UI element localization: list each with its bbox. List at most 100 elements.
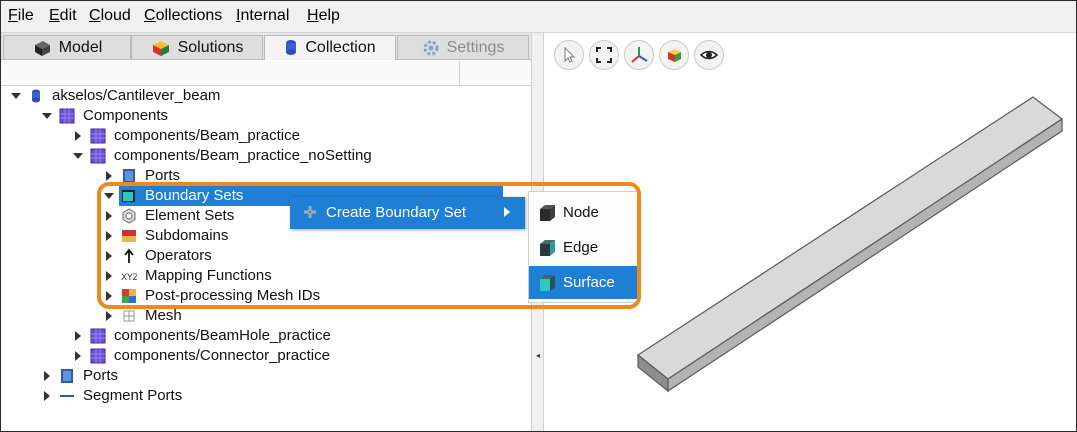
menu-file[interactable]: File bbox=[8, 7, 34, 25]
tree-row-label: akselos/Cantilever_beam bbox=[52, 87, 221, 104]
component-icon bbox=[90, 148, 106, 164]
expand-arrow-right-icon[interactable] bbox=[73, 326, 83, 346]
beam-side-face bbox=[667, 117, 1063, 393]
submenu-item-edge-label: Edge bbox=[563, 239, 599, 256]
expand-arrow-right-icon[interactable] bbox=[104, 246, 114, 266]
context-menu-create-boundary-set[interactable]: Create Boundary Set bbox=[290, 197, 525, 229]
tree-row[interactable]: Subdomains bbox=[1, 226, 531, 246]
submenu-item-surface-label: Surface bbox=[563, 274, 615, 291]
tree-row-label: components/Beam_practice_noSetting bbox=[114, 147, 372, 164]
tree-row-label: Mapping Functions bbox=[145, 267, 272, 284]
splitter-handle-icon[interactable]: ◂ bbox=[536, 351, 540, 360]
tree-row-label: components/Connector_practice bbox=[114, 347, 330, 364]
context-menu-item-label: Create Boundary Set bbox=[326, 204, 467, 221]
menu-edit[interactable]: Edit bbox=[49, 7, 77, 25]
tree-row-label: Ports bbox=[83, 367, 119, 384]
tree-row[interactable]: Segment Ports bbox=[1, 386, 531, 406]
app-window: File Edit Cloud Collections Internal Hel… bbox=[0, 0, 1077, 432]
tree-row[interactable]: components/Beam_practice_noSetting bbox=[1, 146, 531, 166]
tab-collection[interactable]: Collection bbox=[264, 35, 396, 60]
submenu-item-surface[interactable]: Surface bbox=[529, 266, 637, 299]
gear-icon bbox=[423, 40, 439, 55]
expand-arrow-right-icon[interactable] bbox=[42, 386, 52, 406]
tab-solutions-label: Solutions bbox=[177, 38, 244, 56]
tree-row-label: Components bbox=[83, 107, 169, 124]
tree-row[interactable]: Ports bbox=[1, 366, 531, 386]
operators-icon bbox=[121, 248, 137, 264]
expand-arrow-down-icon[interactable] bbox=[104, 186, 114, 206]
tree-row[interactable]: Ports bbox=[1, 166, 531, 186]
tab-solutions[interactable]: Solutions bbox=[131, 35, 263, 59]
tree-row-label: Ports bbox=[145, 167, 181, 184]
segment-ports-icon bbox=[59, 388, 75, 404]
submenu-arrow-icon bbox=[504, 207, 510, 217]
menu-bar: File Edit Cloud Collections Internal Hel… bbox=[1, 1, 1076, 33]
tree-row[interactable]: components/BeamHole_practice bbox=[1, 326, 531, 346]
beam-top-face bbox=[636, 96, 1064, 380]
submenu-item-edge[interactable]: Edge bbox=[529, 231, 637, 264]
edge-cube-icon bbox=[540, 240, 555, 256]
menu-help[interactable]: Help bbox=[307, 7, 340, 25]
expand-arrow-right-icon[interactable] bbox=[104, 166, 114, 186]
post-processing-icon bbox=[121, 288, 137, 304]
expand-arrow-right-icon[interactable] bbox=[104, 306, 114, 326]
component-icon bbox=[90, 348, 106, 364]
tree-row[interactable]: Post-processing Mesh IDs bbox=[1, 286, 531, 306]
expand-arrow-down-icon[interactable] bbox=[73, 146, 83, 166]
add-icon bbox=[304, 206, 316, 218]
tree-row-label: components/BeamHole_practice bbox=[114, 327, 331, 344]
tree-row[interactable]: akselos/Cantilever_beam bbox=[1, 86, 531, 106]
expand-arrow-down-icon[interactable] bbox=[42, 106, 52, 126]
surface-cube-icon bbox=[540, 275, 555, 291]
menu-internal[interactable]: Internal bbox=[236, 7, 289, 25]
subdomains-icon bbox=[121, 228, 137, 244]
component-icon bbox=[90, 328, 106, 344]
component-icon bbox=[90, 128, 106, 144]
expand-arrow-right-icon[interactable] bbox=[73, 126, 83, 146]
tab-settings[interactable]: Settings bbox=[397, 35, 529, 59]
tree-row[interactable]: XYZ Mapping Functions bbox=[1, 266, 531, 286]
tree-row-label: Boundary Sets bbox=[145, 187, 244, 204]
expand-arrow-right-icon[interactable] bbox=[42, 366, 52, 386]
tree-column-header bbox=[1, 61, 531, 86]
mapping-functions-icon: XYZ bbox=[121, 268, 139, 284]
tree-row-label: Segment Ports bbox=[83, 387, 183, 404]
tree-row-label: Mesh bbox=[145, 307, 182, 324]
expand-arrow-right-icon[interactable] bbox=[104, 286, 114, 306]
ports-icon bbox=[121, 168, 137, 184]
expand-arrow-right-icon[interactable] bbox=[73, 346, 83, 366]
tree-row-label: Post-processing Mesh IDs bbox=[145, 287, 321, 304]
expand-arrow-down-icon[interactable] bbox=[11, 86, 21, 106]
submenu-item-node[interactable]: Node bbox=[529, 196, 637, 229]
svg-text:XYZ: XYZ bbox=[121, 273, 137, 283]
solutions-icon bbox=[152, 40, 169, 56]
tree-row-label: Element Sets bbox=[145, 207, 235, 224]
tab-settings-label: Settings bbox=[446, 38, 505, 56]
element-sets-icon bbox=[121, 208, 137, 224]
tree-row[interactable]: Operators bbox=[1, 246, 531, 266]
node-cube-icon bbox=[540, 205, 555, 221]
menu-collections[interactable]: Collections bbox=[144, 7, 222, 25]
tab-collection-label: Collection bbox=[305, 39, 376, 56]
tree-row-label: components/Beam_practice bbox=[114, 127, 300, 144]
boundary-set-type-submenu: Node Edge Surface bbox=[528, 191, 638, 303]
tab-model-label: Model bbox=[58, 38, 103, 56]
menu-cloud[interactable]: Cloud bbox=[89, 7, 131, 25]
expand-arrow-right-icon[interactable] bbox=[104, 266, 114, 286]
collection-icon bbox=[286, 40, 297, 55]
tree-row[interactable]: components/Connector_practice bbox=[1, 346, 531, 366]
boundary-sets-icon bbox=[121, 188, 137, 204]
tree-row[interactable]: Components bbox=[1, 106, 531, 126]
tree-row[interactable]: Mesh bbox=[1, 306, 531, 326]
components-icon bbox=[59, 108, 75, 124]
submenu-item-node-label: Node bbox=[563, 204, 599, 221]
model-icon bbox=[34, 40, 50, 56]
tab-model[interactable]: Model bbox=[3, 35, 131, 59]
tree-row-label: Operators bbox=[145, 247, 212, 264]
mesh-icon bbox=[121, 308, 137, 324]
expand-arrow-right-icon[interactable] bbox=[104, 226, 114, 246]
ports-icon bbox=[59, 368, 75, 384]
tree-row-label: Subdomains bbox=[145, 227, 229, 244]
tree-row[interactable]: components/Beam_practice bbox=[1, 126, 531, 146]
expand-arrow-right-icon[interactable] bbox=[104, 206, 114, 226]
